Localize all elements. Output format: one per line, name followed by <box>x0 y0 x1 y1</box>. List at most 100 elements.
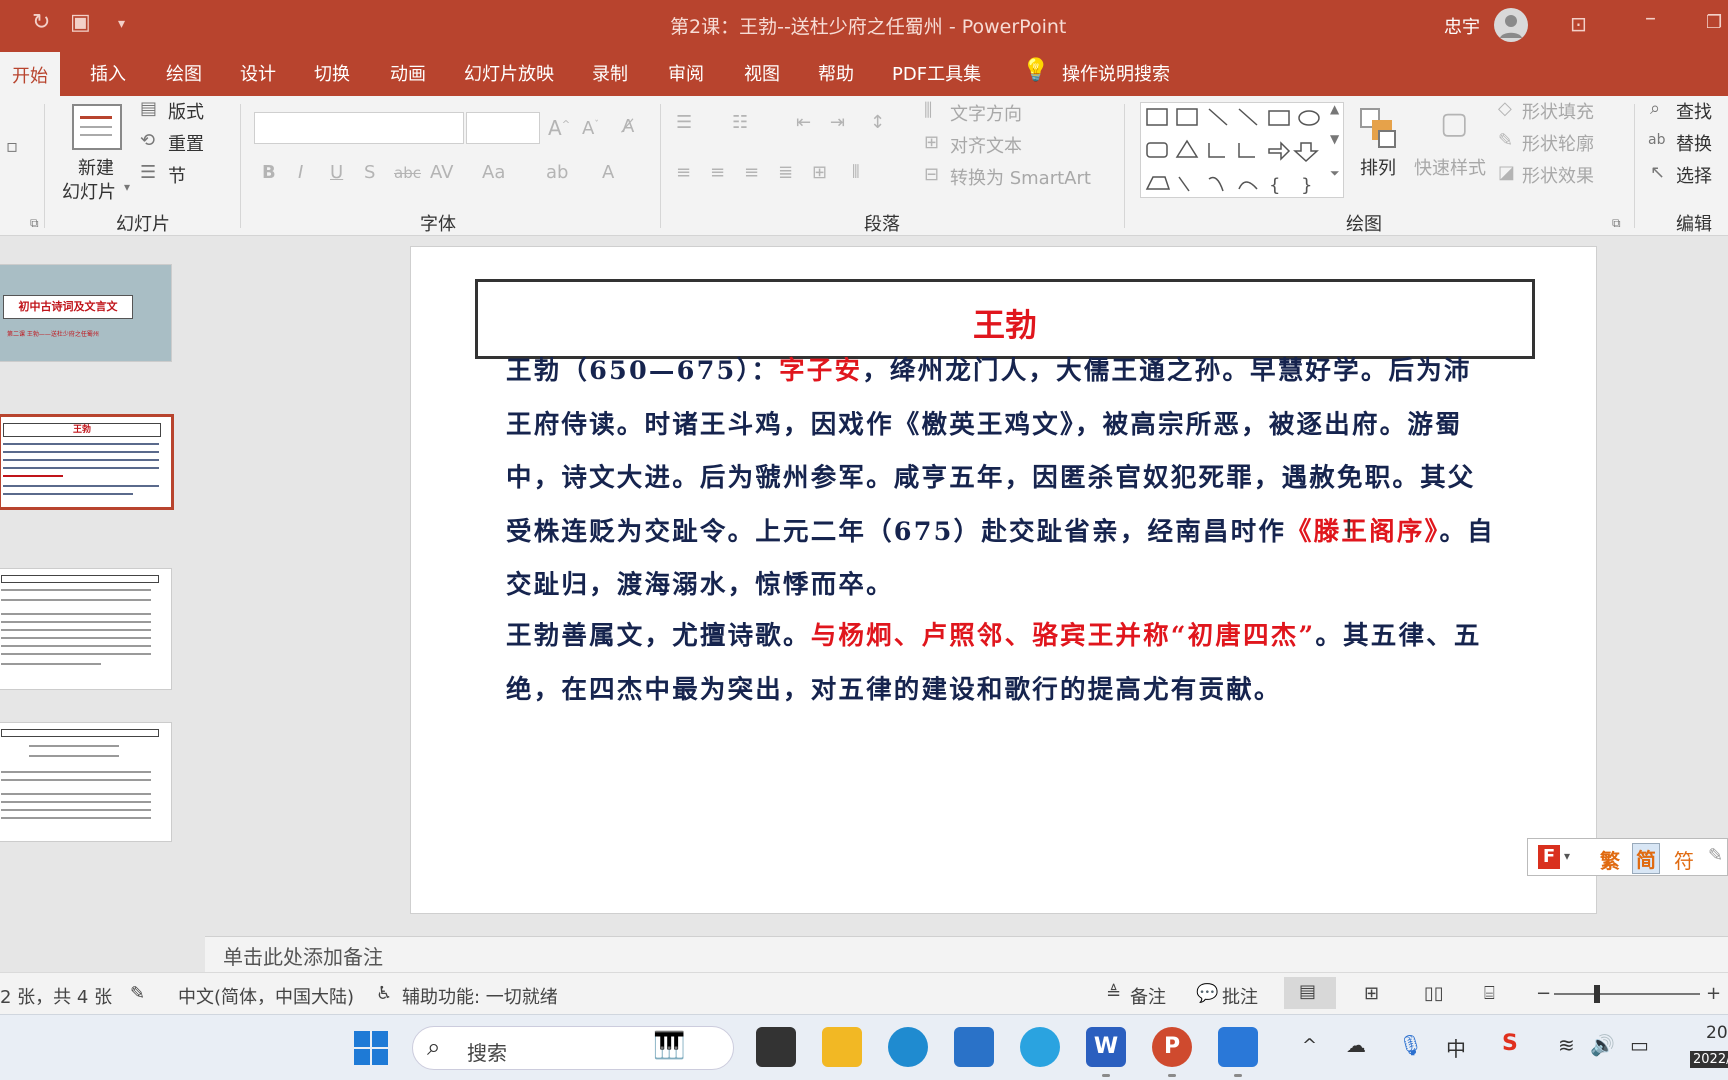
find-button[interactable]: 查找 <box>1676 98 1712 124</box>
customize-qat-icon[interactable]: ▾ <box>118 16 125 32</box>
ime-language-indicator[interactable]: 中 <box>1446 1033 1466 1062</box>
tab-help[interactable]: 帮助 <box>814 60 858 86</box>
chevron-down-icon[interactable]: ▾ <box>124 180 130 194</box>
clock-date[interactable]: 2022/ <box>1690 1051 1728 1068</box>
microphone-icon[interactable]: 🎙 <box>1398 1033 1423 1057</box>
normal-view-button[interactable]: ▤ <box>1284 977 1336 1009</box>
language-indicator[interactable]: 中文(简体，中国大陆) <box>178 983 354 1009</box>
gallery-down-icon[interactable]: ▼ <box>1330 132 1339 146</box>
ime-tools-icon[interactable]: ✎ <box>1708 845 1723 866</box>
current-slide[interactable]: 王勃 王勃（650—675）：字子安，绛州龙门人，大儒王通之孙。早慧好学。后为沛… <box>410 246 1597 914</box>
arrange-button[interactable]: 排列 <box>1360 154 1396 180</box>
shrink-font-icon[interactable]: Aˇ <box>582 118 599 139</box>
zoom-in-icon[interactable]: + <box>1706 983 1721 1004</box>
strikethrough-icon[interactable]: abc <box>394 164 421 182</box>
font-family-combo[interactable] <box>254 112 464 144</box>
zoom-slider[interactable] <box>1554 993 1700 995</box>
clear-format-icon[interactable]: A̸ <box>622 116 634 137</box>
battery-icon[interactable]: ▭ <box>1630 1033 1649 1057</box>
convert-smartart-button[interactable]: 转换为 SmartArt <box>950 164 1091 190</box>
taskbar-search-box[interactable]: ⌕ 搜索 🎹 <box>412 1026 734 1070</box>
user-name[interactable]: 忠宇 <box>1444 13 1480 39</box>
present-icon[interactable]: ▣ <box>70 10 91 35</box>
slide-thumbnail-3[interactable] <box>0 568 172 690</box>
new-slide-icon[interactable] <box>72 104 122 150</box>
zoom-out-icon[interactable]: − <box>1536 983 1551 1004</box>
traditional-chinese-button[interactable]: 繁 <box>1600 845 1620 874</box>
volume-icon[interactable]: 🔊 <box>1590 1033 1615 1057</box>
line-spacing-icon[interactable]: ↕ <box>870 112 885 133</box>
simplified-chinese-button[interactable]: 简 <box>1632 843 1660 874</box>
increase-indent-icon[interactable]: ⇥ <box>830 112 845 133</box>
tab-review[interactable]: 审阅 <box>664 60 708 86</box>
distributed-icon[interactable]: ⊞ <box>812 162 827 183</box>
justify-icon[interactable]: ≣ <box>778 162 793 183</box>
clock-time[interactable]: 20 <box>1706 1023 1728 1043</box>
slide-sorter-icon[interactable]: ⊞ <box>1364 983 1379 1004</box>
tab-insert[interactable]: 插入 <box>86 60 130 86</box>
notes-pane[interactable]: 单击此处添加备注 <box>205 936 1728 972</box>
tab-design[interactable]: 设计 <box>236 60 280 86</box>
notes-button[interactable]: 备注 <box>1130 983 1166 1009</box>
ime-symbol-icon[interactable]: 符 <box>1674 845 1694 874</box>
slide-thumbnail-4[interactable] <box>0 722 172 842</box>
new-slide-button[interactable]: 新建 <box>78 154 114 180</box>
redo-icon[interactable]: ↻ <box>32 10 50 35</box>
align-right-icon[interactable]: ≡ <box>744 162 759 183</box>
reset-button[interactable]: 重置 <box>168 130 204 156</box>
layout-button[interactable]: 版式 <box>168 98 204 124</box>
change-case-icon[interactable]: Aa <box>482 162 505 183</box>
underline-icon[interactable]: U <box>330 162 343 183</box>
shape-fill-button[interactable]: 形状填充 <box>1522 98 1594 124</box>
comments-button[interactable]: 批注 <box>1222 983 1258 1009</box>
align-text-button[interactable]: 对齐文本 <box>950 132 1022 158</box>
tab-transitions[interactable]: 切换 <box>310 60 354 86</box>
align-left-icon[interactable]: ≡ <box>676 162 691 183</box>
tab-draw[interactable]: 绘图 <box>162 60 206 86</box>
wps-writer-icon[interactable]: W <box>1086 1027 1126 1067</box>
columns-icon[interactable]: ⫴ <box>852 162 860 183</box>
slide-thumbnail-1[interactable]: 初中古诗词及文言文 第二课 王勃——送杜少府之任蜀州 <box>0 264 172 362</box>
windows-start-icon[interactable] <box>354 1031 388 1065</box>
tab-pdf-tools[interactable]: PDF工具集 <box>888 60 985 86</box>
bullets-icon[interactable]: ☰ <box>676 112 692 133</box>
numbering-icon[interactable]: ☷ <box>732 112 748 133</box>
restore-icon[interactable]: ❐ <box>1706 12 1722 33</box>
align-center-icon[interactable]: ≡ <box>710 162 725 183</box>
gallery-up-icon[interactable]: ▲ <box>1330 102 1339 116</box>
shapes-gallery[interactable]: {} <box>1140 102 1344 198</box>
new-slide-label-2[interactable]: 幻灯片 <box>62 178 116 204</box>
replace-button[interactable]: 替换 <box>1676 130 1712 156</box>
clipboard-launcher-icon[interactable]: ⧉ <box>30 216 39 231</box>
tab-animations[interactable]: 动画 <box>386 60 430 86</box>
reading-view-icon[interactable]: ▯▯ <box>1424 983 1444 1004</box>
mail-icon[interactable] <box>954 1027 994 1067</box>
accessibility-icon[interactable]: ♿ <box>376 983 392 1004</box>
font-size-combo[interactable] <box>466 112 540 144</box>
slide-paragraph-2[interactable]: 王勃善属文，尤擅诗歌。与杨炯、卢照邻、骆宾王并称“初唐四杰”。其五律、五绝，在四… <box>506 610 1496 717</box>
section-button[interactable]: 节 <box>168 162 186 188</box>
tab-record[interactable]: 录制 <box>588 60 632 86</box>
ime-toolbar[interactable]: F ▾ 繁 简 符 ✎ <box>1527 838 1728 876</box>
italic-icon[interactable]: I <box>298 162 303 183</box>
grow-font-icon[interactable]: A^ <box>548 116 570 140</box>
task-view-icon[interactable] <box>756 1027 796 1067</box>
shadow-icon[interactable]: S <box>364 162 375 183</box>
bold-icon[interactable]: B <box>262 162 276 183</box>
slide-paragraph-1[interactable]: 王勃（650—675）：字子安，绛州龙门人，大儒王通之孙。早慧好学。后为沛王府侍… <box>506 345 1496 613</box>
tell-me-search[interactable]: 操作说明搜索 <box>1058 60 1174 86</box>
avatar[interactable] <box>1494 8 1528 42</box>
clipboard-partial-icon[interactable]: ▫ <box>6 136 18 157</box>
meeting-app-icon[interactable] <box>1218 1027 1258 1067</box>
powerpoint-icon[interactable]: P <box>1152 1027 1192 1067</box>
drawing-launcher-icon[interactable]: ⧉ <box>1612 216 1621 231</box>
ribbon-display-icon[interactable]: ⊡ <box>1570 12 1587 36</box>
decrease-indent-icon[interactable]: ⇤ <box>796 112 811 133</box>
ie-browser-icon[interactable] <box>1020 1027 1060 1067</box>
wifi-icon[interactable]: ≋ <box>1558 1033 1575 1057</box>
highlight-icon[interactable]: ab <box>546 162 568 183</box>
char-spacing-icon[interactable]: AV <box>430 162 453 183</box>
tab-slideshow[interactable]: 幻灯片放映 <box>460 60 558 86</box>
cloud-icon[interactable]: ☁ <box>1346 1033 1366 1057</box>
font-color-icon[interactable]: A <box>602 162 614 183</box>
